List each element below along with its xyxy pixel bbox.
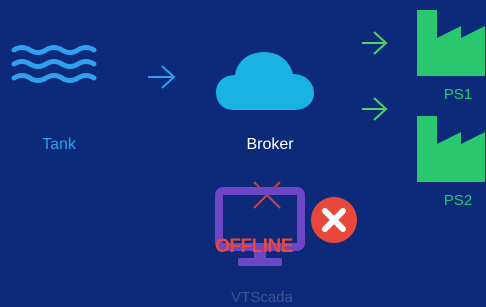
waves-icon bbox=[11, 45, 97, 83]
ps2-label: PS2 bbox=[443, 192, 473, 209]
monitor-icon bbox=[215, 187, 305, 266]
factory-icon bbox=[417, 116, 485, 182]
tank-label: Tank bbox=[42, 136, 76, 153]
cloud-icon bbox=[216, 52, 314, 110]
error-icon bbox=[311, 197, 357, 243]
arrow-tank-broker bbox=[148, 65, 176, 89]
factory-icon bbox=[417, 10, 485, 76]
broker-label: Broker bbox=[246, 136, 294, 153]
vtscada-label: VTScada bbox=[231, 289, 293, 306]
offline-status: OFFLINE bbox=[215, 236, 293, 257]
ps1-label: PS1 bbox=[443, 86, 473, 103]
arrow-broker-ps2 bbox=[362, 97, 388, 121]
arrow-broker-ps1 bbox=[362, 31, 388, 55]
